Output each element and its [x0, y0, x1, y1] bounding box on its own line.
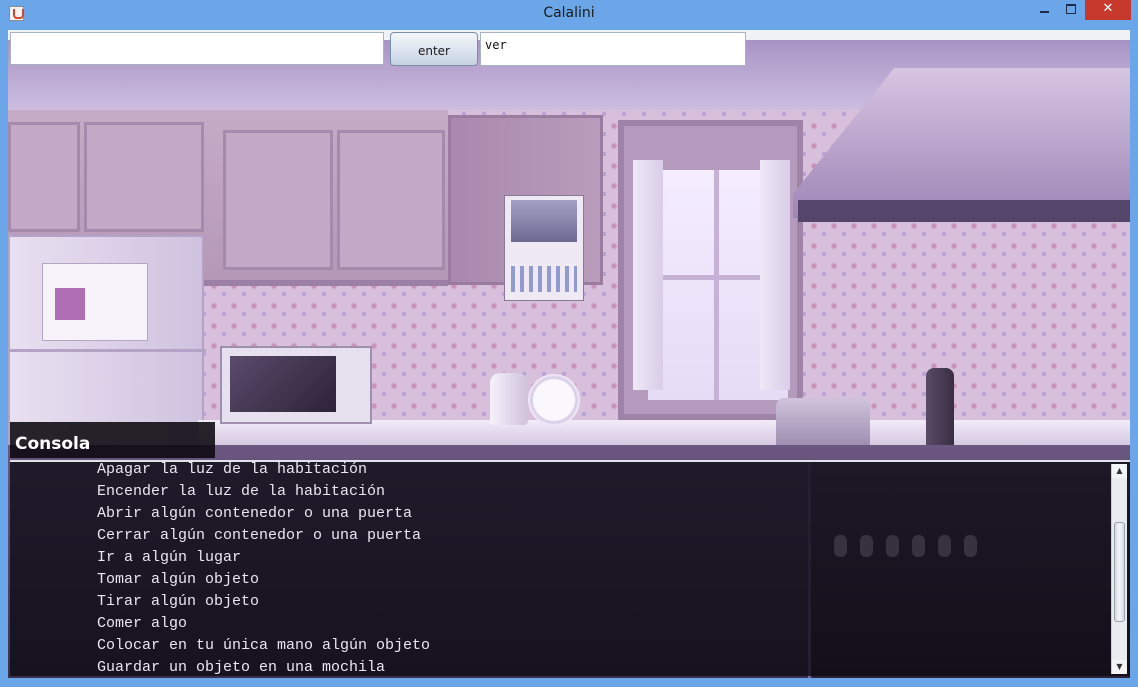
kettle	[490, 373, 528, 425]
console-line: Apagar la luz de la habitación	[97, 461, 368, 478]
app-window: Calalini ✕ enter ver Consola Apagar la l…	[0, 0, 1138, 687]
console-title: Consola	[10, 422, 215, 458]
plate	[528, 374, 580, 426]
console-output[interactable]: Apagar la luz de la habitación Encender …	[10, 460, 1130, 676]
console-line: Encender la luz de la habitación	[97, 483, 386, 500]
close-button[interactable]: ✕	[1085, 0, 1131, 20]
enter-button[interactable]: enter	[390, 32, 478, 66]
console-line: Tirar algún objeto	[97, 593, 260, 610]
window-title: Calalini	[543, 5, 595, 21]
title-bar[interactable]: Calalini ✕	[0, 0, 1138, 28]
console-line: Colocar en tu única mano algún objeto	[97, 637, 431, 654]
console-line: Guardar un objeto en una mochila	[97, 659, 386, 676]
last-command-field: ver	[480, 32, 746, 66]
maximize-button[interactable]	[1058, 0, 1084, 20]
console-scrollbar[interactable]: ▲ ▼	[1111, 464, 1127, 674]
command-input[interactable]	[10, 32, 384, 65]
console-lines: Apagar la luz de la habitación Encender …	[97, 459, 1097, 678]
console-line: Cerrar algún contenedor o una puerta	[97, 527, 422, 544]
minimize-button[interactable]	[1031, 0, 1057, 20]
scroll-thumb[interactable]	[1114, 522, 1125, 622]
scroll-down-icon[interactable]: ▼	[1112, 660, 1127, 674]
scroll-up-icon[interactable]: ▲	[1112, 464, 1127, 478]
console-line: Tomar algún objeto	[97, 571, 260, 588]
console-line: Abrir algún contenedor o una puerta	[97, 505, 413, 522]
microwave	[220, 346, 372, 424]
client-area: enter ver Consola Apagar la luz de la ha…	[8, 30, 1130, 678]
console-line: Ir a algún lugar	[97, 549, 242, 566]
wall-calendar	[504, 195, 584, 301]
console-line: Comer algo	[97, 615, 188, 632]
child-drawing	[42, 263, 148, 341]
